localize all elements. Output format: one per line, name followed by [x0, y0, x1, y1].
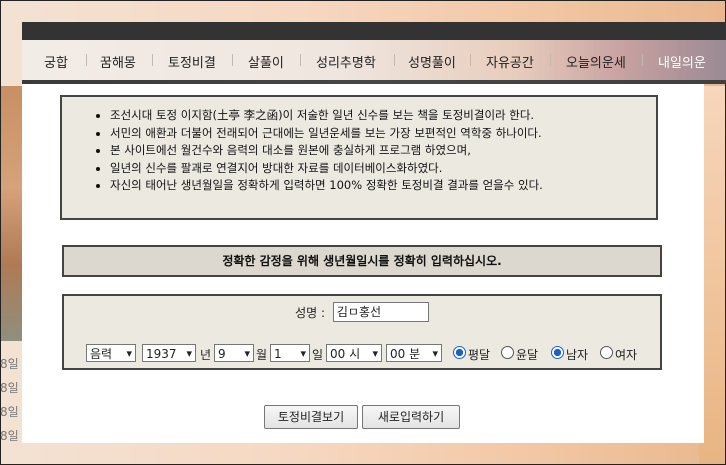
menu-separator [642, 54, 643, 66]
menu-item-salpuri[interactable]: 살풀이 [248, 52, 284, 71]
menu-item-tomorrow-fortune[interactable]: 내일의운 [658, 52, 706, 71]
intro-box: 조선시대 토정 이지함(土亭 李之函)이 저술한 일년 신수를 보는 책을 토정… [60, 95, 658, 220]
leap-yun-radio[interactable] [501, 346, 514, 359]
menu-separator [152, 54, 153, 66]
day-unit-label: 일 [312, 348, 324, 362]
intro-line: 자신의 태어난 생년월일을 정확하게 입력하면 100% 정확한 토정비결 결과… [110, 177, 656, 195]
menu-separator [394, 54, 395, 66]
view-tojeong-button[interactable]: 토정비결보기 [264, 405, 358, 429]
month-select[interactable]: 9 [214, 344, 254, 363]
menu-separator [470, 54, 471, 66]
male-label: 남자 [566, 348, 589, 362]
leap-yun-label: 윤달 [516, 348, 539, 362]
reset-button[interactable]: 새로입력하기 [362, 405, 460, 429]
leap-normal-label: 평달 [468, 348, 491, 362]
day-select[interactable]: 1 [270, 344, 310, 363]
name-label: 성명 : [295, 305, 326, 320]
calendar-type-select[interactable]: 음력 [86, 344, 136, 363]
leap-normal-radio[interactable] [453, 346, 466, 359]
menu-separator [232, 54, 233, 66]
intro-list: 조선시대 토정 이지함(土亭 李之函)이 저술한 일년 신수를 보는 책을 토정… [62, 107, 656, 195]
menu-separator [86, 54, 87, 66]
month-unit-label: 월 [256, 348, 268, 362]
menu-item-name-reading[interactable]: 성명풀이 [408, 52, 456, 71]
menu-item-dream[interactable]: 꿈해몽 [100, 52, 136, 71]
menu-item-free-board[interactable]: 자유공간 [486, 52, 534, 71]
name-row: 성명 : 김ㅁ홍선 [64, 302, 660, 322]
male-radio[interactable] [551, 346, 564, 359]
female-label: 여자 [615, 348, 638, 362]
menu-item-today-fortune[interactable]: 오늘의운세 [566, 52, 626, 71]
menu-item-myeonghak[interactable]: 성리추명학 [316, 52, 376, 71]
menu-item-tojeong[interactable]: 토정비결 [168, 52, 216, 71]
notice-banner: 정확한 감정을 위해 생년월일시를 정확히 입력하십시오. [62, 245, 662, 277]
year-unit-label: 년 [200, 348, 212, 362]
menu-separator [300, 54, 301, 66]
main-menu: 궁합 꿈해몽 토정비결 살풀이 성리추명학 성명풀이 자유공간 오늘의운세 내일… [22, 40, 726, 80]
year-select[interactable]: 1937 [142, 344, 196, 363]
birth-input-form: 성명 : 김ㅁ홍선 음력 1937 년 9 월 1 일 00 시 00 분 평달… [62, 294, 662, 370]
intro-line: 본 사이트에선 월건수와 음력의 대소를 원본에 충실하게 프로그램 하였으며, [110, 142, 656, 160]
intro-line: 조선시대 토정 이지함(土亭 李之函)이 저술한 일년 신수를 보는 책을 토정… [110, 107, 656, 125]
name-input[interactable]: 김ㅁ홍선 [332, 302, 429, 322]
hour-select[interactable]: 00 시 [326, 344, 382, 363]
female-radio[interactable] [600, 346, 613, 359]
intro-line: 서민의 애환과 더불어 전래되어 근대에는 일년운세를 보는 가장 보편적인 역… [110, 125, 656, 143]
menu-separator [550, 54, 551, 66]
minute-select[interactable]: 00 분 [386, 344, 442, 363]
menu-item-gunghap[interactable]: 궁합 [44, 52, 68, 71]
intro-line: 일년의 신수를 팔괘로 연결지어 방대한 자료를 데이터베이스화하였다. [110, 160, 656, 178]
